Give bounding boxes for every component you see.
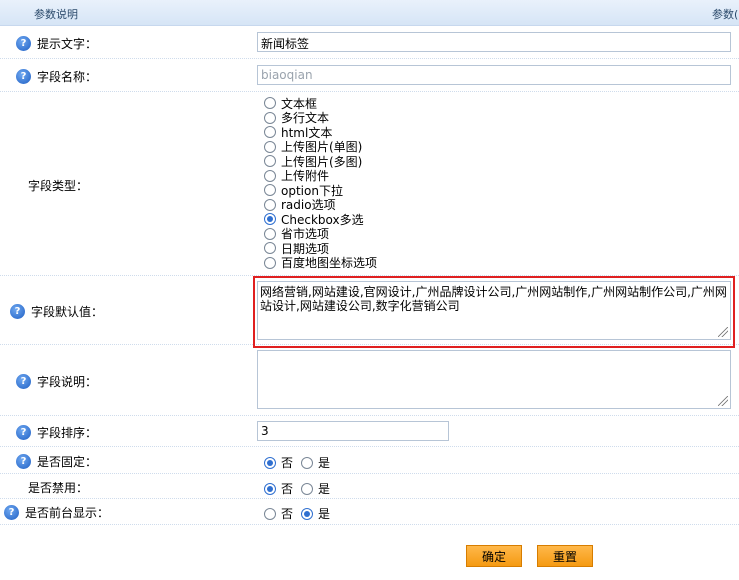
help-icon[interactable]: ? [16,69,31,84]
type-option[interactable]: 多行文本 [264,111,329,125]
order-input[interactable]: 3 [257,421,449,441]
type-option-radio[interactable] [264,111,276,124]
type-option-radio[interactable] [264,242,276,254]
type-option-radio[interactable] [264,213,276,225]
fixed-radios: 否 是 [264,454,330,471]
resize-handle-icon[interactable] [718,396,728,406]
reset-button[interactable]: 重置 [537,545,593,567]
help-icon[interactable]: ? [4,505,19,520]
disabled-label: 是否禁用： [28,481,89,495]
disabled-radios: 否 是 [264,480,330,497]
type-option[interactable]: 日期选项 [264,241,329,256]
type-option-radio[interactable] [264,140,276,153]
type-option[interactable]: 上传图片(单图) [264,140,362,154]
type-option-radio[interactable] [264,227,276,240]
hint-row: ? 提示文字： 新闻标签 [0,26,739,59]
fixed-row: ? 是否固定： 否 是 [0,447,739,474]
order-row: ? 字段排序： 3 [0,416,739,447]
type-option[interactable]: 百度地图坐标选项 [264,256,377,270]
name-row: ? 字段名称： biaoqian [0,59,739,92]
type-option-label: 百度地图坐标选项 [281,256,378,270]
type-option-radio[interactable] [264,169,276,182]
disabled-yes-radio[interactable] [301,482,314,495]
type-option[interactable]: 上传图片(多图) [264,154,362,169]
type-option-radio[interactable] [264,256,276,269]
order-label: ? 字段排序： [16,424,97,441]
highlight-box [253,276,735,348]
table-header: 参数说明 参数( [0,0,739,26]
name-label: ? 字段名称： [16,68,97,85]
disabled-row: 是否禁用： 否 是 [0,474,739,499]
fixed-no-radio[interactable] [264,456,276,469]
confirm-button[interactable]: 确定 [466,545,522,567]
hint-label: ? 提示文字： [16,35,97,52]
disabled-no-radio[interactable] [264,482,276,495]
type-option[interactable]: html文本 [264,125,332,140]
hint-input[interactable]: 新闻标签 [257,32,731,52]
frontend-no-radio[interactable] [264,507,276,520]
help-icon[interactable]: ? [16,374,31,389]
type-option[interactable]: Checkbox多选 [264,212,364,227]
default-label: ? 字段默认值： [10,303,103,320]
type-option-radio[interactable] [264,184,276,196]
help-icon[interactable]: ? [10,304,25,319]
desc-textarea[interactable] [257,350,731,409]
type-option[interactable]: 上传附件 [264,169,329,183]
type-option-radio[interactable] [264,198,276,211]
frontend-label: ? 是否前台显示： [4,504,109,521]
type-option[interactable]: 省市选项 [264,227,329,241]
fixed-label: ? 是否固定： [16,453,97,470]
header-param-right: 参数( [712,8,739,21]
fixed-yes-radio[interactable] [301,456,314,469]
type-option[interactable]: option下拉 [264,183,343,198]
frontend-yes-radio[interactable] [301,507,314,520]
type-option-radio[interactable] [264,126,276,138]
frontend-radios: 否 是 [264,505,330,522]
help-icon[interactable]: ? [16,425,31,440]
type-option-radio[interactable] [264,155,276,167]
type-option-radio[interactable] [264,97,276,109]
frontend-row: ? 是否前台显示： 否 是 [0,499,739,525]
type-label: 字段类型： [28,179,89,193]
type-option[interactable]: radio选项 [264,198,336,212]
name-input[interactable]: biaoqian [257,65,731,85]
help-icon[interactable]: ? [16,36,31,51]
type-option[interactable]: 文本框 [264,96,317,111]
help-icon[interactable]: ? [16,454,31,469]
header-param-desc: 参数说明 [34,8,78,21]
desc-label: ? 字段说明： [16,373,97,390]
type-row: 字段类型： [0,92,739,276]
